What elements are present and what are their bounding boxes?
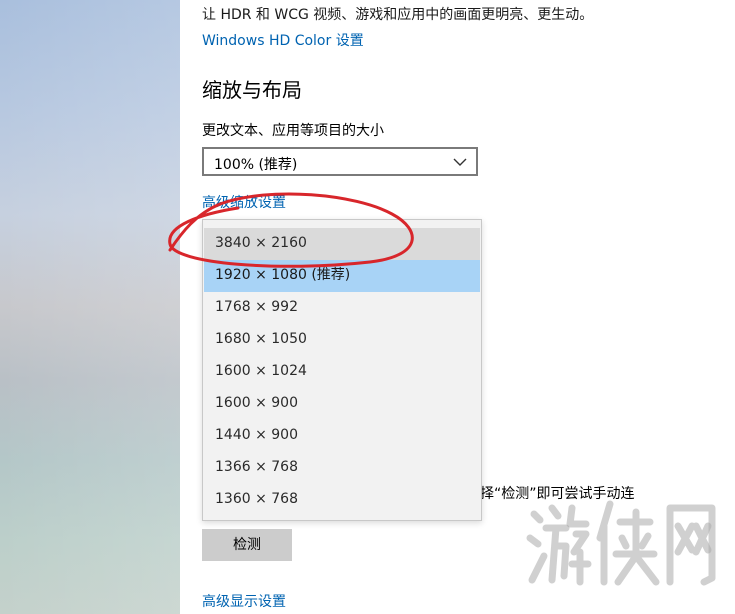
detect-description-partial: 选择“检测”即可尝试手动连 xyxy=(466,486,635,502)
text-size-label: 更改文本、应用等项目的大小 xyxy=(202,123,384,139)
resolution-dropdown-list: 3840 × 2160 1920 × 1080 (推荐) 1768 × 992 168… xyxy=(202,219,482,521)
resolution-option[interactable]: 1680 × 1050 xyxy=(204,324,480,356)
detect-button[interactable]: 检测 xyxy=(202,529,292,561)
resolution-option[interactable]: 1600 × 900 xyxy=(204,388,480,420)
desktop-wallpaper xyxy=(0,0,180,614)
resolution-option[interactable]: 1600 × 1024 xyxy=(204,356,480,388)
display-settings-panel: 让 HDR 和 WCG 视频、游戏和应用中的画面更明亮、更生动。 Windows… xyxy=(202,0,735,614)
text-size-value: 100% (推荐) xyxy=(214,157,298,173)
advanced-scaling-link[interactable]: 高级缩放设置 xyxy=(202,192,286,212)
resolution-option[interactable]: 1440 × 900 xyxy=(204,420,480,452)
resolution-option[interactable]: 1366 × 768 xyxy=(204,452,480,484)
resolution-option[interactable]: 1360 × 768 xyxy=(204,484,480,516)
text-size-select[interactable]: 100% (推荐) xyxy=(202,147,478,176)
hdr-description: 让 HDR 和 WCG 视频、游戏和应用中的画面更明亮、更生动。 xyxy=(202,7,594,23)
chevron-down-icon xyxy=(453,158,467,166)
resolution-option[interactable]: 1920 × 1080 (推荐) xyxy=(204,260,480,292)
scale-layout-heading: 缩放与布局 xyxy=(202,78,302,102)
resolution-option[interactable]: 3840 × 2160 xyxy=(204,228,480,260)
resolution-option[interactable]: 1768 × 992 xyxy=(204,292,480,324)
advanced-display-settings-link[interactable]: 高级显示设置 xyxy=(202,591,286,611)
settings-window: 让 HDR 和 WCG 视频、游戏和应用中的画面更明亮、更生动。 Windows… xyxy=(0,0,735,614)
windows-hd-color-link[interactable]: Windows HD Color 设置 xyxy=(202,30,364,50)
